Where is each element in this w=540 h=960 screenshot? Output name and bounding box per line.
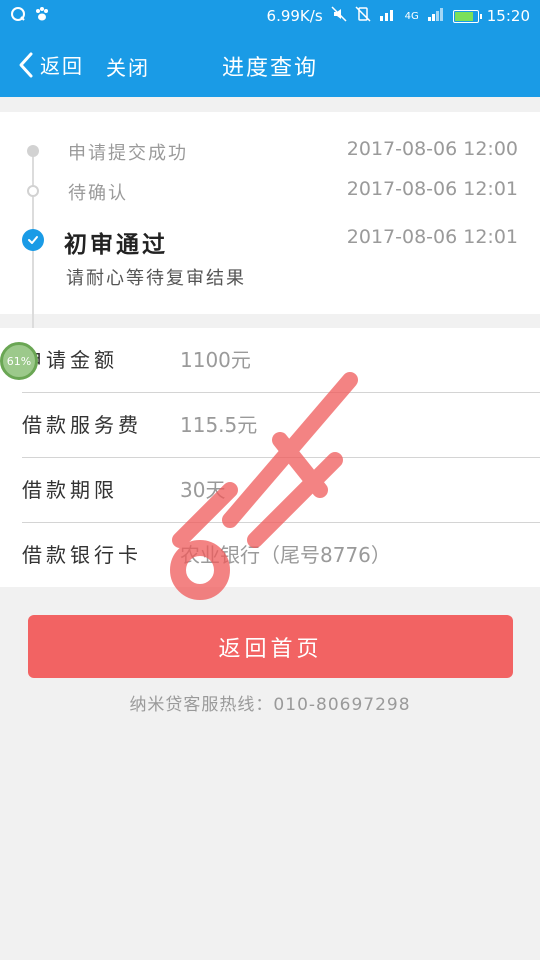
detail-row: 借款银行卡 农业银行（尾号8776）: [22, 523, 540, 587]
current-step-note: 请耐心等待复审结果: [66, 268, 246, 289]
detail-row: 申请金额 1100元: [22, 328, 540, 392]
timeline-dot-pending: [27, 185, 39, 197]
mute-icon: [331, 6, 347, 26]
customer-service-hotline: 纳米贷客服热线：010-80697298: [129, 695, 411, 715]
page-title: 进度查询: [221, 56, 318, 81]
clock: 15:20: [486, 7, 530, 25]
detail-row: 借款服务费 115.5元: [22, 393, 540, 457]
return-home-button[interactable]: 返回首页: [28, 615, 513, 678]
vibrate-off-icon: [355, 6, 371, 26]
app-screen: 6.99K/s 4G 15:20 返回 关闭 进度查询 申请提交成功 2017-…: [0, 0, 540, 960]
battery-icon: [452, 9, 482, 23]
network-type: 4G: [404, 10, 419, 22]
detail-value: 农业银行（尾号8776）: [180, 543, 391, 567]
nav-bar: 返回 关闭 进度查询: [0, 32, 540, 97]
step-time: 2017-08-06 12:01: [346, 178, 518, 200]
detail-value: 115.5元: [180, 413, 258, 437]
detail-value: 1100元: [180, 348, 251, 372]
step-label: 申请提交成功: [68, 143, 188, 164]
baidu-paw-icon: [34, 6, 50, 26]
wifi-signal-icon: [379, 7, 397, 25]
loan-details: 申请金额 1100元 借款服务费 115.5元 借款期限 30天 借款银行卡 农…: [0, 328, 540, 587]
floating-memory-badge[interactable]: 61%: [0, 342, 38, 380]
detail-key: 借款期限: [22, 478, 118, 502]
step-label: 待确认: [68, 183, 128, 204]
current-step-label: 初审通过: [64, 232, 168, 258]
detail-value: 30天: [180, 478, 226, 502]
step-time: 2017-08-06 12:01: [346, 226, 518, 248]
status-bar: 6.99K/s 4G 15:20: [0, 0, 540, 32]
timeline-dot-done: [27, 145, 39, 157]
progress-timeline: 申请提交成功 2017-08-06 12:00 待确认 2017-08-06 1…: [0, 112, 540, 340]
detail-key: 借款银行卡: [22, 543, 142, 567]
check-circle-icon: [22, 229, 44, 251]
detail-key: 借款服务费: [22, 413, 142, 437]
detail-row: 借款期限 30天: [22, 458, 540, 522]
qq-icon: [10, 6, 26, 26]
net-speed: 6.99K/s: [266, 7, 323, 25]
cell-signal-icon: [427, 7, 445, 25]
step-time: 2017-08-06 12:00: [346, 138, 518, 160]
